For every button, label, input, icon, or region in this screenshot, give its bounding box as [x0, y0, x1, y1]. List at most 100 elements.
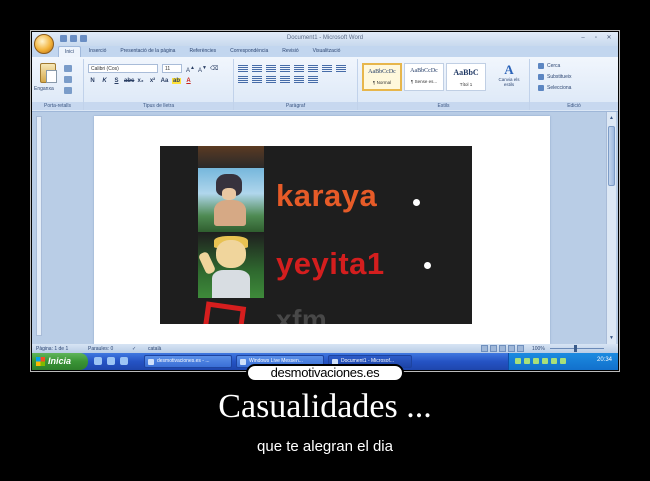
scroll-up-icon[interactable]: ▲ — [608, 114, 615, 122]
scroll-down-icon[interactable]: ▼ — [608, 334, 615, 342]
numbering-icon[interactable] — [252, 65, 262, 72]
format-painter-icon[interactable] — [64, 87, 72, 94]
highlight-icon[interactable]: ab — [172, 78, 181, 84]
clear-format-icon[interactable]: ⌫ — [210, 65, 218, 74]
print-layout-icon[interactable] — [481, 345, 488, 352]
language-indicator[interactable]: català — [148, 346, 161, 352]
style-normal[interactable]: AaBbCcDc ¶ Normal — [362, 63, 402, 91]
change-styles-button[interactable]: A Canvia els estils — [494, 63, 524, 88]
full-screen-icon[interactable] — [490, 345, 497, 352]
start-button[interactable]: Inicia — [32, 353, 88, 370]
web-layout-icon[interactable] — [499, 345, 506, 352]
close-button[interactable]: ✕ — [604, 34, 614, 42]
show-marks-icon[interactable] — [322, 65, 332, 72]
outline-icon[interactable] — [508, 345, 515, 352]
font-size-select[interactable]: 11 — [162, 64, 182, 73]
font-size-tools: A▲ A▼ ⌫ — [186, 65, 218, 74]
copy-icon[interactable] — [64, 76, 72, 83]
shading-icon[interactable] — [294, 76, 304, 83]
font-group-label: Tipus de lletra — [84, 102, 233, 110]
tab-mailings[interactable]: Correspondència — [224, 46, 274, 57]
zoom-level[interactable]: 100% — [532, 346, 545, 352]
style-no-spacing[interactable]: AaBbCcDc ¶ Sense es... — [404, 63, 444, 91]
safely-remove-icon[interactable] — [560, 358, 566, 364]
paste-button[interactable]: Enganxa — [34, 86, 54, 92]
zoom-slider-handle[interactable] — [574, 345, 577, 352]
antivirus-icon[interactable] — [542, 358, 548, 364]
replace-button[interactable]: Substitueix — [538, 74, 571, 80]
tab-insert[interactable]: Inserció — [83, 46, 113, 57]
embedded-image[interactable]: karaya yeyita1 xfm — [160, 146, 472, 324]
title-bar: Document1 - Microsoft Word – ▫ ✕ — [32, 32, 618, 46]
ie-icon[interactable] — [94, 357, 102, 365]
grow-font-icon[interactable]: A▲ — [186, 65, 195, 74]
multilevel-list-icon[interactable] — [266, 65, 276, 72]
tab-references[interactable]: Referències — [183, 46, 222, 57]
update-icon[interactable] — [551, 358, 557, 364]
bullets-icon[interactable] — [238, 65, 248, 72]
underline-icon[interactable]: S — [112, 78, 121, 84]
window-title: Document1 - Microsoft Word — [286, 35, 364, 41]
clock[interactable]: 20:34 — [597, 357, 612, 363]
paragraph-tools — [238, 65, 356, 83]
tab-view[interactable]: Visualització — [307, 46, 347, 57]
spellcheck-icon[interactable]: ✓ — [132, 346, 136, 352]
subscript-icon[interactable]: x₂ — [136, 78, 145, 84]
word-screenshot: Document1 - Microsoft Word – ▫ ✕ Inici I… — [32, 32, 618, 370]
borders-icon[interactable] — [308, 76, 318, 83]
strikethrough-icon[interactable]: abc — [124, 78, 134, 84]
word-count[interactable]: Paraules: 0 — [88, 346, 113, 352]
cut-icon[interactable] — [64, 65, 72, 72]
align-right-icon[interactable] — [252, 76, 262, 83]
style-heading-1[interactable]: AaBbC Títol 1 — [446, 63, 486, 91]
show-desktop-icon[interactable] — [120, 357, 128, 365]
sort-icon[interactable] — [308, 65, 318, 72]
align-center-icon[interactable] — [238, 76, 248, 83]
tab-review[interactable]: Revisió — [276, 46, 304, 57]
justify-icon[interactable] — [266, 76, 276, 83]
poster-subtitle: que te alegran el dia — [257, 438, 393, 455]
font-format-tools: N K S abc x₂ x² Aa ab A — [88, 78, 193, 84]
paste-icon[interactable] — [40, 63, 57, 83]
increase-indent-icon[interactable] — [294, 65, 304, 72]
font-name-select[interactable]: Calibri (Cos) — [88, 64, 158, 73]
messenger-tray-icon[interactable] — [533, 358, 539, 364]
minimize-button[interactable]: – — [578, 34, 588, 42]
firefox-icon[interactable] — [107, 357, 115, 365]
network-icon[interactable] — [515, 358, 521, 364]
align-left-icon[interactable] — [336, 65, 346, 72]
taskbar-item-browser[interactable]: desmotivaciones.es - ... — [144, 355, 232, 368]
clipboard-group-label: Porta-retalls — [32, 102, 83, 110]
status-dot — [413, 199, 420, 206]
draft-icon[interactable] — [517, 345, 524, 352]
font-color-icon[interactable]: A — [184, 78, 193, 84]
page-count[interactable]: Pàgina: 1 de 1 — [36, 346, 68, 352]
avatar — [198, 168, 264, 232]
avatar — [198, 146, 264, 168]
tab-home[interactable]: Inici — [58, 46, 81, 57]
find-button[interactable]: Cerca — [538, 63, 571, 69]
replace-icon — [538, 74, 544, 80]
system-tray: 20:34 — [508, 353, 618, 370]
find-label: Cerca — [547, 63, 561, 69]
scroll-thumb[interactable] — [608, 126, 615, 186]
italic-icon[interactable]: K — [100, 78, 109, 84]
zoom-slider[interactable] — [550, 348, 604, 349]
document-page[interactable]: karaya yeyita1 xfm — [94, 116, 550, 344]
status-bar: Pàgina: 1 de 1 Paraules: 0 ✓ català 100% — [32, 344, 618, 353]
decrease-indent-icon[interactable] — [280, 65, 290, 72]
maximize-button[interactable]: ▫ — [591, 34, 601, 42]
vertical-scrollbar[interactable]: ▲ ▼ — [606, 112, 616, 344]
select-button[interactable]: Selecciona — [538, 85, 571, 91]
view-buttons — [481, 345, 524, 352]
superscript-icon[interactable]: x² — [148, 78, 157, 84]
bold-icon[interactable]: N — [88, 78, 97, 84]
tab-page-layout[interactable]: Presentació de la pàgina — [114, 46, 181, 57]
change-case-icon[interactable]: Aa — [160, 78, 169, 84]
shrink-font-icon[interactable]: A▼ — [198, 65, 207, 74]
vertical-ruler — [36, 116, 42, 336]
office-button[interactable] — [34, 34, 54, 54]
line-spacing-icon[interactable] — [280, 76, 290, 83]
volume-icon[interactable] — [524, 358, 530, 364]
clipboard-tools — [64, 65, 72, 94]
